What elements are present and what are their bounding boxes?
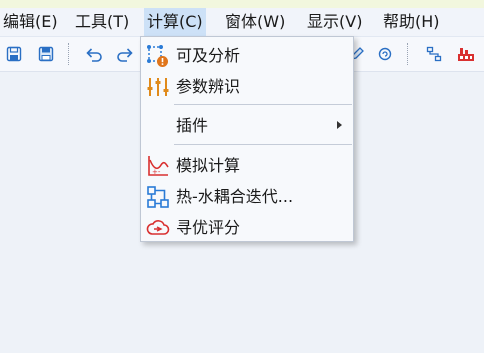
menu-item-simulation[interactable]: +- 模拟计算 xyxy=(142,150,352,181)
redo-icon[interactable] xyxy=(114,43,136,65)
cloud-optimization-icon xyxy=(146,216,170,240)
menu-item-label: 热-水耦合迭代... xyxy=(176,187,294,206)
menu-separator xyxy=(174,144,352,145)
save-as-icon[interactable] xyxy=(35,43,57,65)
undo-icon[interactable] xyxy=(83,43,105,65)
submenu-arrow-icon xyxy=(337,121,342,129)
menu-item-parameter-identification[interactable]: 参数辨识 xyxy=(142,71,352,102)
menu-help[interactable]: 帮助(H) xyxy=(380,8,443,36)
menu-separator xyxy=(174,104,352,105)
menu-item-label: 模拟计算 xyxy=(176,156,241,175)
calculate-dropdown-menu: 可及分析 参数辨识 插件 +- 模拟计算 热-水耦合迭代... 寻优评分 xyxy=(140,36,354,242)
toolbar-separator xyxy=(68,43,70,65)
window-top-strip xyxy=(0,0,484,8)
toolbar-separator xyxy=(407,43,409,65)
menu-item-label: 可及分析 xyxy=(176,46,241,65)
svg-text:+-: +- xyxy=(152,168,161,176)
refresh-icon[interactable] xyxy=(374,43,396,65)
save-icon[interactable] xyxy=(3,43,25,65)
menu-window[interactable]: 窗体(W) xyxy=(222,8,288,36)
reachability-analysis-icon xyxy=(146,44,170,68)
menu-edit[interactable]: 编辑(E) xyxy=(0,8,61,36)
menu-item-label: 插件 xyxy=(176,116,209,135)
menu-view[interactable]: 显示(V) xyxy=(304,8,365,36)
network-icon[interactable] xyxy=(423,43,445,65)
menu-item-label: 寻优评分 xyxy=(176,218,241,237)
menu-item-label: 参数辨识 xyxy=(176,77,241,96)
menu-calculate[interactable]: 计算(C) xyxy=(144,8,206,36)
parameter-identification-icon xyxy=(146,75,170,99)
flow-diagram-icon xyxy=(146,185,170,209)
menu-bar: 编辑(E) 工具(T) 计算(C) 窗体(W) 显示(V) 帮助(H) xyxy=(0,8,484,36)
menu-item-heat-water-iteration[interactable]: 热-水耦合迭代... xyxy=(142,181,352,212)
menu-tools[interactable]: 工具(T) xyxy=(72,8,132,36)
menu-item-optimization-scoring[interactable]: 寻优评分 xyxy=(142,212,352,243)
simulation-chart-icon: +- xyxy=(146,154,170,178)
menu-item-reachability-analysis[interactable]: 可及分析 xyxy=(142,40,352,71)
factory-icon[interactable] xyxy=(455,43,477,65)
menu-item-plugins[interactable]: 插件 xyxy=(142,110,352,141)
